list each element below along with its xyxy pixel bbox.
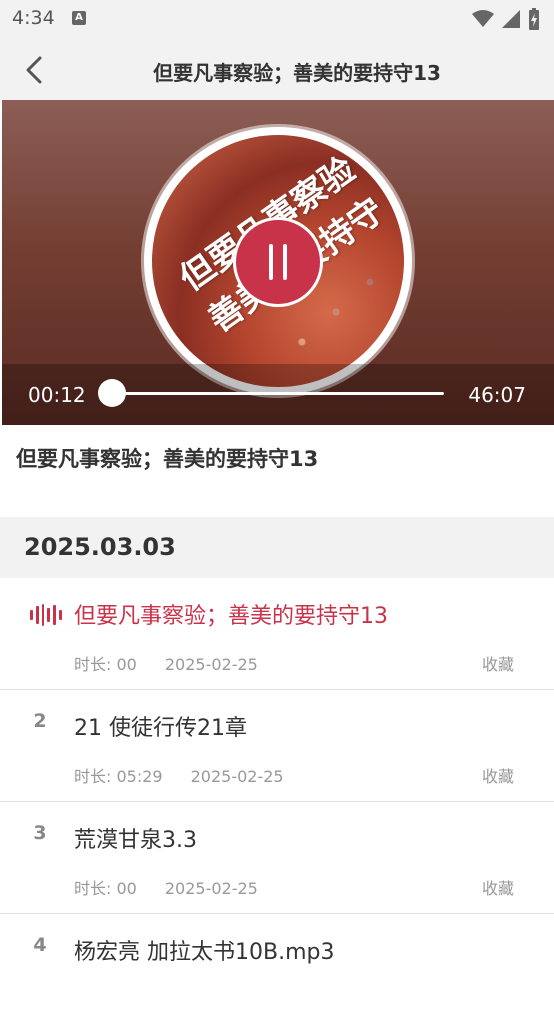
track-duration: 时长: 05:29 xyxy=(74,767,163,786)
track-date: 2025-02-25 xyxy=(164,655,258,674)
track-title: 21 使徒行传21章 xyxy=(74,716,247,741)
favorite-button[interactable]: 收藏 xyxy=(482,875,514,899)
favorite-button[interactable]: 收藏 xyxy=(482,763,514,787)
status-time: 4:34 xyxy=(12,7,55,29)
track-title: 但要凡事察验；善美的要持守13 xyxy=(74,604,388,629)
section-date: 2025.03.03 xyxy=(24,533,176,561)
app-header: 但要凡事察验；善美的要持守13 xyxy=(0,40,554,100)
notification-icon: A xyxy=(72,11,86,25)
progress-knob[interactable] xyxy=(98,379,126,407)
track-title: 荒漠甘泉3.3 xyxy=(74,828,197,853)
track-date: 2025-02-25 xyxy=(164,879,258,898)
track-meta: 时长: 00 2025-02-25 xyxy=(74,651,258,675)
back-button[interactable] xyxy=(18,54,50,86)
signal-icon xyxy=(502,10,520,28)
status-icons xyxy=(472,8,540,30)
pause-bar-right xyxy=(283,244,287,280)
favorite-button[interactable]: 收藏 xyxy=(482,651,514,675)
track-meta: 时长: 00 2025-02-25 xyxy=(74,875,258,899)
chevron-left-icon xyxy=(26,56,42,84)
status-bar: 4:34 A xyxy=(0,0,554,40)
track-duration: 时长: 00 xyxy=(74,655,137,674)
progress-track[interactable] xyxy=(112,392,444,395)
list-item[interactable]: 4 杨宏亮 加拉太书10B.mp3 xyxy=(0,914,554,1025)
battery-icon xyxy=(529,8,539,30)
progress-bar-area: 00:12 46:07 xyxy=(2,364,554,425)
playing-wave-icon xyxy=(30,604,62,626)
date-section: 2025.03.03 xyxy=(0,517,554,578)
track-index: 2 xyxy=(33,710,47,732)
track-meta: 时长: 05:29 2025-02-25 xyxy=(74,763,284,787)
track-index: 4 xyxy=(33,934,47,956)
current-time: 00:12 xyxy=(28,383,86,407)
track-duration: 时长: 00 xyxy=(74,879,137,898)
track-index: 3 xyxy=(33,822,47,844)
list-item[interactable]: 2 21 使徒行传21章 时长: 05:29 2025-02-25 收藏 xyxy=(0,690,554,802)
list-item[interactable]: 3 荒漠甘泉3.3 时长: 00 2025-02-25 收藏 xyxy=(0,802,554,914)
page-title: 但要凡事察验；善美的要持守13 xyxy=(153,61,441,85)
total-time: 46:07 xyxy=(468,383,526,407)
pause-button[interactable] xyxy=(233,217,323,307)
track-date: 2025-02-25 xyxy=(190,767,284,786)
list-item[interactable]: 但要凡事察验；善美的要持守13 时长: 00 2025-02-25 收藏 xyxy=(0,578,554,690)
player-panel: 但要凡事察验 善美的要持守 00:12 46:07 xyxy=(2,100,554,425)
track-list: 但要凡事察验；善美的要持守13 时长: 00 2025-02-25 收藏 2 21… xyxy=(0,578,554,1025)
wifi-icon xyxy=(472,10,494,27)
track-title: 杨宏亮 加拉太书10B.mp3 xyxy=(74,940,335,965)
pause-bar-left xyxy=(269,244,273,280)
now-playing-title: 但要凡事察验；善美的要持守13 xyxy=(16,447,319,471)
